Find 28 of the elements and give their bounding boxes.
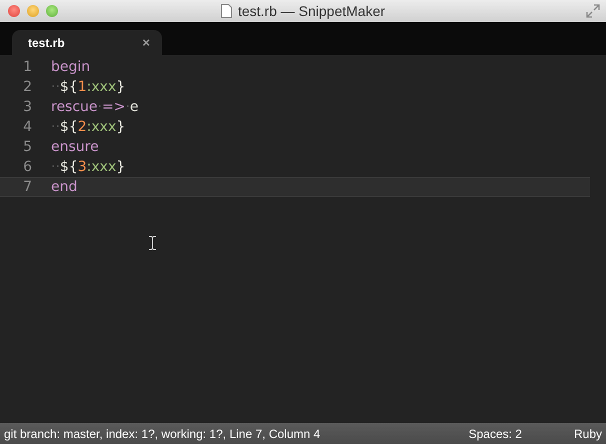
code-line: rescue·=>·e (51, 99, 139, 115)
line-number: 3 (22, 99, 33, 115)
indentation-setting[interactable]: Spaces: 2 (468, 426, 522, 440)
code-line: ensure (51, 139, 99, 155)
tab-close-button[interactable]: × (142, 35, 150, 50)
close-window-button[interactable] (8, 5, 20, 17)
line-number: 1 (22, 59, 33, 75)
minimize-window-button[interactable] (27, 5, 39, 17)
tab-label: test.rb (28, 36, 65, 50)
line-number: 2 (22, 79, 33, 95)
line-number: 6 (22, 159, 33, 175)
zoom-window-button[interactable] (46, 5, 58, 17)
line-number: 4 (22, 119, 33, 135)
code-line: begin (51, 59, 90, 75)
text-cursor-icon (149, 236, 156, 250)
fullscreen-icon[interactable] (586, 4, 600, 18)
window-title: test.rb — SnippetMaker (238, 3, 386, 19)
file-tab[interactable]: test.rb × (12, 30, 162, 55)
line-number: 7 (22, 179, 33, 195)
code-line: ··${2:xxx} (51, 119, 126, 135)
code-editor[interactable]: 1 begin 2 ··${1:xxx} 3 rescue·=>·e 4 ··${2:xxx} 5 ensure 6 ··${3:xxx} 7 end (0, 55, 606, 423)
code-line: end (51, 179, 78, 195)
syntax-setting[interactable]: Ruby (574, 426, 602, 440)
code-line: ··${3:xxx} (51, 159, 126, 175)
status-text: git branch: master, index: 1?, working: 1?, Line 7, Column 4 (4, 426, 320, 440)
code-line: ··${1:xxx} (51, 79, 126, 95)
document-icon (220, 4, 232, 18)
line-number: 5 (22, 139, 33, 155)
